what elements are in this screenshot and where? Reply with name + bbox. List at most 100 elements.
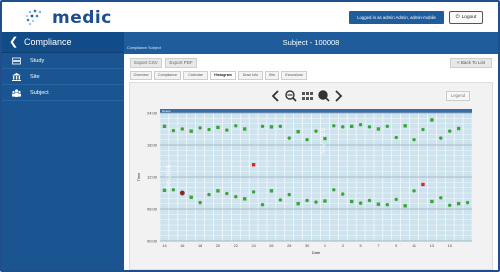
export-pdf-button[interactable]: Export PDF — [165, 58, 197, 68]
dose-point — [207, 192, 211, 197]
chart-nav-controls — [271, 90, 343, 102]
x-tick-label: 13 — [430, 244, 434, 248]
dose-point — [439, 196, 443, 200]
dose-point — [162, 124, 167, 129]
dose-point — [332, 124, 336, 128]
zoom-out-icon[interactable] — [285, 90, 297, 102]
x-tick-label: 7 — [377, 244, 379, 248]
dose-point — [287, 192, 291, 197]
dose-point — [225, 128, 229, 132]
dose-point — [198, 126, 202, 130]
sidebar-item-subject[interactable]: Subject — [2, 85, 124, 101]
y-tick-label: 24:00 — [147, 111, 158, 116]
dose-point — [456, 201, 461, 206]
subject-icon — [12, 89, 21, 97]
export-csv-button[interactable]: Export CSV — [130, 58, 162, 68]
chevron-left-icon[interactable] — [271, 90, 279, 102]
sidebar: ❮ Compliance Study Site Subject — [2, 32, 124, 270]
dose-point — [430, 118, 434, 122]
fit-view-icon[interactable] — [302, 92, 313, 100]
x-tick-label: 20 — [216, 244, 220, 248]
dose-point — [287, 136, 291, 140]
tab-excursions[interactable]: Excursions — [281, 71, 307, 80]
y-axis-label: Time — [136, 172, 141, 182]
dose-point — [296, 201, 300, 206]
page-title: Subject - 100008 — [282, 38, 340, 47]
sidebar-title: Compliance — [24, 37, 72, 47]
x-tick-label: 14 — [162, 244, 166, 248]
dose-point — [269, 189, 274, 193]
top-band — [160, 109, 472, 113]
dose-point — [234, 124, 238, 128]
dose-point — [341, 192, 345, 196]
dose-point — [456, 126, 461, 131]
dose-point — [448, 203, 452, 207]
dose-point — [430, 199, 434, 204]
dose-point — [323, 136, 327, 141]
back-to-list-button[interactable]: < Back To List — [450, 58, 492, 68]
logged-in-badge: Logged in as admin Admin, admin-mobile — [349, 11, 444, 24]
dose-point — [332, 188, 336, 192]
sidebar-item-label: Subject — [30, 90, 49, 96]
legend-button[interactable]: Legend — [446, 91, 470, 101]
tab-compliance[interactable]: Compliance — [154, 71, 181, 80]
dose-point — [314, 200, 318, 204]
dose-point — [305, 137, 309, 142]
tab-overview[interactable]: Overview — [130, 71, 152, 80]
zoom-in-icon[interactable] — [318, 90, 330, 102]
dose-point — [367, 125, 372, 129]
dose-point — [207, 127, 211, 132]
month-watermark: Oct 2015 — [167, 164, 173, 189]
dose-point — [242, 197, 247, 201]
medic-logo[interactable]: medic — [22, 7, 122, 29]
x-tick-label: 24 — [251, 244, 255, 248]
dose-point — [349, 199, 354, 204]
x-tick-label: 15 — [448, 244, 452, 248]
histogram-panel: Legend 00:00 06:00 12:00 18:00 24:00 14 16 18 20… — [129, 82, 493, 270]
top-bar: medic Logged in as admin Admin, admin-mo… — [2, 2, 498, 32]
dose-point — [189, 195, 193, 199]
dose-point — [394, 135, 398, 140]
y-tick-label: 12:00 — [147, 175, 158, 180]
dose-point-missed — [179, 190, 185, 196]
dose-point — [260, 124, 265, 129]
tab-kits[interactable]: Kits — [265, 71, 279, 80]
tab-dose-info[interactable]: Dose Info — [238, 71, 263, 80]
dose-point — [216, 189, 220, 193]
dose-point — [376, 127, 381, 131]
tab-histogram[interactable]: Histogram — [210, 71, 236, 80]
sidebar-item-site[interactable]: Site — [2, 69, 124, 85]
tab-calendar[interactable]: Calendar — [183, 71, 208, 80]
x-tick-label: 18 — [198, 244, 202, 248]
sidebar-item-study[interactable]: Study — [2, 53, 124, 69]
x-tick-label: 30 — [305, 244, 309, 248]
dose-point — [412, 189, 416, 193]
dose-point — [403, 204, 407, 208]
sidebar-item-label: Study — [30, 58, 45, 64]
dose-point — [278, 124, 283, 129]
dose-point — [216, 125, 220, 130]
dose-point-late — [251, 163, 256, 167]
chevron-right-icon[interactable] — [335, 90, 343, 102]
dose-point — [323, 199, 327, 203]
y-tick-label: 00:00 — [147, 239, 158, 244]
logout-label: Logout — [461, 15, 477, 20]
site-icon — [12, 73, 21, 81]
dose-point — [180, 127, 184, 131]
dose-point — [269, 125, 274, 129]
dose-point — [162, 188, 167, 193]
x-tick-label: 3 — [342, 244, 344, 248]
x-tick-label: 26 — [269, 244, 273, 248]
dose-point — [358, 201, 363, 205]
dose-point — [448, 129, 452, 133]
sidebar-header-compliance[interactable]: ❮ Compliance — [2, 32, 124, 53]
dose-point — [242, 127, 247, 131]
logo-text: medic — [52, 8, 112, 28]
logout-button[interactable]: ⏻ Logout — [449, 11, 483, 24]
x-tick-label: 5 — [360, 244, 362, 248]
dose-point — [439, 136, 443, 140]
dose-point — [367, 198, 372, 203]
x-tick-label: 28 — [287, 244, 291, 248]
dose-point — [251, 190, 256, 194]
x-tick-label: 16 — [180, 244, 184, 248]
